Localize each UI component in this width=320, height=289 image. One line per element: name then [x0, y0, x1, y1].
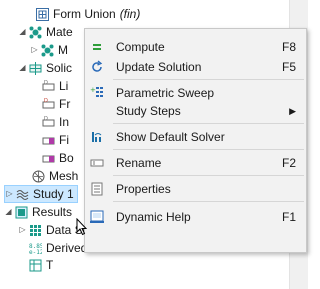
tree-item-materials[interactable]: ◢ Mate	[18, 24, 73, 40]
linear-elastic-label: Li	[59, 79, 69, 93]
tree-item-fixed-constraint[interactable]: Fi	[42, 132, 69, 148]
linear-elastic-icon: D	[42, 80, 55, 93]
svg-text:D: D	[44, 98, 48, 104]
menu-item-dynamic-help[interactable]: Dynamic Help F1	[85, 207, 306, 227]
tree-item-initial-values[interactable]: D In	[42, 114, 69, 130]
results-label: Results	[32, 205, 73, 219]
menu-item-show-default-solver[interactable]: Show Default Solver	[85, 127, 306, 147]
update-solution-icon	[90, 60, 104, 74]
mouse-cursor-icon	[76, 217, 88, 236]
compute-icon	[90, 40, 104, 54]
menu-item-update-solution[interactable]: Update Solution F5	[85, 57, 306, 77]
menu-separator	[113, 201, 304, 202]
mesh-label: Mesh	[49, 169, 79, 183]
fixed-constraint-icon	[42, 134, 55, 147]
data-sets-icon	[29, 224, 42, 237]
free-icon: D	[42, 98, 55, 111]
tree-item-linear-elastic[interactable]: D Li	[42, 78, 68, 94]
free-label: Fr	[59, 97, 71, 111]
mesh-icon	[32, 170, 45, 183]
tree-item-mesh[interactable]: Mesh	[32, 168, 78, 184]
parametric-sweep-label: Parametric Sweep	[116, 86, 215, 100]
properties-label: Properties	[116, 182, 171, 196]
rename-shortcut: F2	[281, 156, 296, 170]
collapse-arrow-icon[interactable]: ◢	[4, 204, 13, 220]
materials-icon	[29, 26, 42, 39]
menu-item-properties[interactable]: Properties	[85, 179, 306, 199]
rename-label: Rename	[116, 156, 162, 170]
menu-separator	[113, 123, 304, 124]
compute-shortcut: F8	[281, 40, 296, 54]
tables-icon	[29, 259, 42, 272]
tree-item-boundary-load[interactable]: Bo	[42, 150, 74, 166]
tree-item-study-1[interactable]: ▷ Study 1	[4, 185, 78, 203]
expand-arrow-icon[interactable]: ▷	[30, 42, 39, 58]
menu-separator	[113, 79, 304, 80]
derived-values-icon: 8.85 e-12	[29, 242, 42, 255]
expand-arrow-icon[interactable]: ▷	[18, 222, 27, 238]
update-solution-label: Update Solution	[116, 60, 202, 74]
material-icon	[41, 44, 54, 57]
initial-values-label: In	[59, 115, 70, 129]
svg-text:e-12: e-12	[29, 249, 42, 255]
solid-mechanics-icon	[29, 61, 42, 75]
submenu-arrow-icon: ▶	[289, 106, 296, 116]
show-default-solver-label: Show Default Solver	[116, 130, 225, 144]
svg-text:D: D	[44, 116, 48, 122]
svg-text:+: +	[90, 86, 96, 94]
collapse-arrow-icon[interactable]: ◢	[18, 60, 27, 76]
boundary-load-label: Bo	[59, 151, 74, 165]
tree-item-free[interactable]: D Fr	[42, 96, 70, 112]
tree-item-solid-mechanics[interactable]: ◢ Solic	[18, 60, 72, 76]
dynamic-help-label: Dynamic Help	[116, 210, 191, 224]
boundary-load-icon	[42, 152, 55, 165]
svg-text:D: D	[44, 80, 48, 86]
menu-separator	[113, 175, 304, 176]
study-icon	[16, 188, 29, 201]
properties-icon	[90, 182, 104, 196]
study-label: Study 1	[33, 187, 74, 201]
dynamic-help-shortcut: F1	[281, 210, 296, 224]
solid-mechanics-label: Solic	[46, 61, 73, 75]
collapse-arrow-icon[interactable]: ◢	[18, 24, 27, 40]
form-union-icon	[36, 7, 49, 21]
tree-item-tables[interactable]: T	[29, 258, 53, 272]
compute-label: Compute	[116, 40, 165, 54]
solver-icon	[90, 130, 104, 144]
menu-item-rename[interactable]: Rename F2	[85, 153, 306, 173]
help-icon	[90, 210, 104, 224]
tree-item-form-union[interactable]: Form Union (fin)	[36, 6, 140, 22]
initial-values-icon: D	[42, 116, 55, 129]
menu-separator	[113, 149, 304, 150]
materials-label: Mate	[46, 25, 73, 39]
parametric-sweep-icon: +	[90, 86, 104, 100]
tree-item-material-1[interactable]: ▷ M	[30, 42, 68, 58]
expand-arrow-icon[interactable]: ▷	[5, 186, 14, 202]
material-label: M	[58, 43, 68, 57]
menu-item-parametric-sweep[interactable]: + Parametric Sweep	[85, 83, 306, 103]
tree-item-results[interactable]: ◢ Results	[4, 204, 72, 220]
results-icon	[15, 206, 28, 219]
context-menu: Compute F8 Update Solution F5 + Parametr…	[84, 28, 307, 253]
update-solution-shortcut: F5	[281, 60, 296, 74]
form-union-status: (fin)	[119, 7, 141, 21]
tables-label: T	[46, 258, 54, 272]
study-steps-label: Study Steps	[116, 104, 181, 118]
menu-item-study-steps[interactable]: Study Steps ▶	[85, 101, 306, 121]
form-union-label: Form Union	[53, 7, 116, 21]
fixed-constraint-label: Fi	[59, 133, 69, 147]
rename-icon	[90, 156, 104, 170]
menu-item-compute[interactable]: Compute F8	[85, 37, 306, 57]
